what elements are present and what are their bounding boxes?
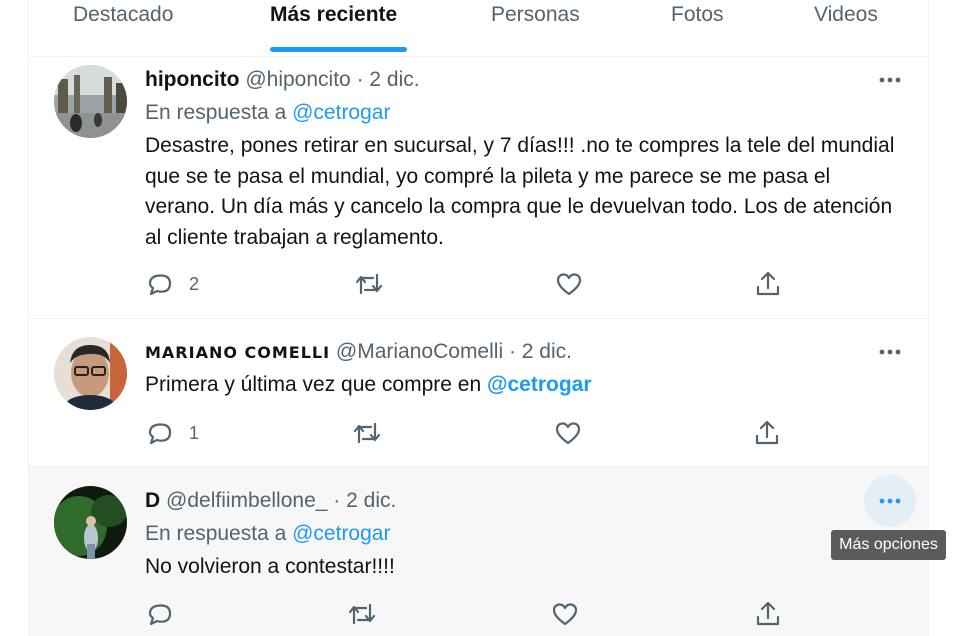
tweet-header: MARIANO COMELLI @MarianoComelli · 2 dic. [145, 340, 572, 364]
tweet-header: hiponcito @hiponcito · 2 dic. [145, 68, 420, 92]
share-icon [756, 601, 780, 626]
more-options-button[interactable] [864, 54, 916, 106]
tab-label: Más reciente [270, 3, 398, 26]
avatar[interactable] [54, 486, 127, 559]
active-tab-indicator [270, 47, 407, 52]
reply-icon [148, 604, 172, 626]
display-name[interactable]: hiponcito [145, 68, 239, 91]
tweet-date[interactable]: 2 dic. [346, 489, 396, 512]
separator-dot: · [333, 489, 341, 512]
reply-icon [148, 274, 172, 296]
tab-label: Destacado [73, 3, 174, 26]
reply-mention-link[interactable]: @cetrogar [292, 522, 390, 545]
heart-icon [552, 603, 578, 626]
tab-label: Personas [491, 3, 580, 26]
tweet-text: No volvieron a contestar!!!! [145, 555, 395, 578]
tweet-date[interactable]: 2 dic. [522, 340, 572, 363]
user-handle[interactable]: @MarianoComelli [336, 340, 503, 363]
more-options-tooltip: Más opciones [831, 530, 946, 560]
retweet-icon [353, 422, 381, 444]
tweet-actions: 2 [145, 269, 845, 299]
reply-icon [148, 423, 172, 445]
tweet[interactable]: hiponcito @hiponcito · 2 dic. En respues… [29, 57, 928, 319]
separator-dot: · [508, 340, 516, 363]
more-options-button[interactable] [864, 475, 916, 527]
tweet-date[interactable]: 2 dic. [369, 68, 419, 91]
reply-count: 1 [189, 423, 200, 443]
avatar[interactable] [54, 337, 127, 410]
retweet-icon [355, 273, 383, 295]
reply-prefix: En respuesta a [145, 522, 287, 545]
tweet[interactable]: MARIANO COMELLI @MarianoComelli · 2 dic.… [29, 319, 928, 467]
more-horizontal-icon [879, 349, 901, 355]
search-tabs: Destacado Más reciente Personas Fotos Vi… [29, 0, 928, 57]
reply-count: 2 [189, 274, 200, 294]
tweet-header: D @delfiimbellone_ · 2 dic. [145, 489, 396, 513]
user-handle[interactable]: @delfiimbellone_ [166, 489, 327, 512]
tab-label: Videos [814, 3, 878, 26]
tweet[interactable]: D @delfiimbellone_ · 2 dic. En respuesta… [29, 467, 928, 636]
reply-mention-link[interactable]: @cetrogar [292, 101, 390, 124]
separator-dot: · [356, 68, 364, 91]
more-horizontal-icon [879, 77, 901, 83]
heart-icon [555, 422, 581, 445]
mention-link[interactable]: @cetrogar [487, 373, 592, 396]
heart-icon [556, 273, 582, 296]
tweet-actions: 1 [145, 418, 845, 448]
retweet-icon [348, 603, 376, 625]
share-icon [756, 271, 780, 296]
display-name[interactable]: MARIANO COMELLI [145, 343, 330, 362]
timeline-column: Destacado Más reciente Personas Fotos Vi… [28, 0, 929, 636]
display-name[interactable]: D [145, 489, 160, 512]
share-icon [755, 420, 779, 445]
tweet-text-body: Primera y última vez que compre en [145, 373, 482, 396]
reply-context: En respuesta a @cetrogar [145, 101, 390, 125]
avatar[interactable] [54, 65, 127, 138]
more-horizontal-icon [879, 498, 901, 504]
tab-label: Fotos [671, 3, 724, 26]
tweet-text: Primera y última vez que compre en @cetr… [145, 370, 905, 401]
tweet-text: Desastre, pones retirar en sucursal, y 7… [145, 134, 895, 249]
reply-prefix: En respuesta a [145, 101, 287, 124]
tweet-actions [145, 599, 845, 629]
reply-context: En respuesta a @cetrogar [145, 522, 390, 546]
user-handle[interactable]: @hiponcito [245, 68, 350, 91]
